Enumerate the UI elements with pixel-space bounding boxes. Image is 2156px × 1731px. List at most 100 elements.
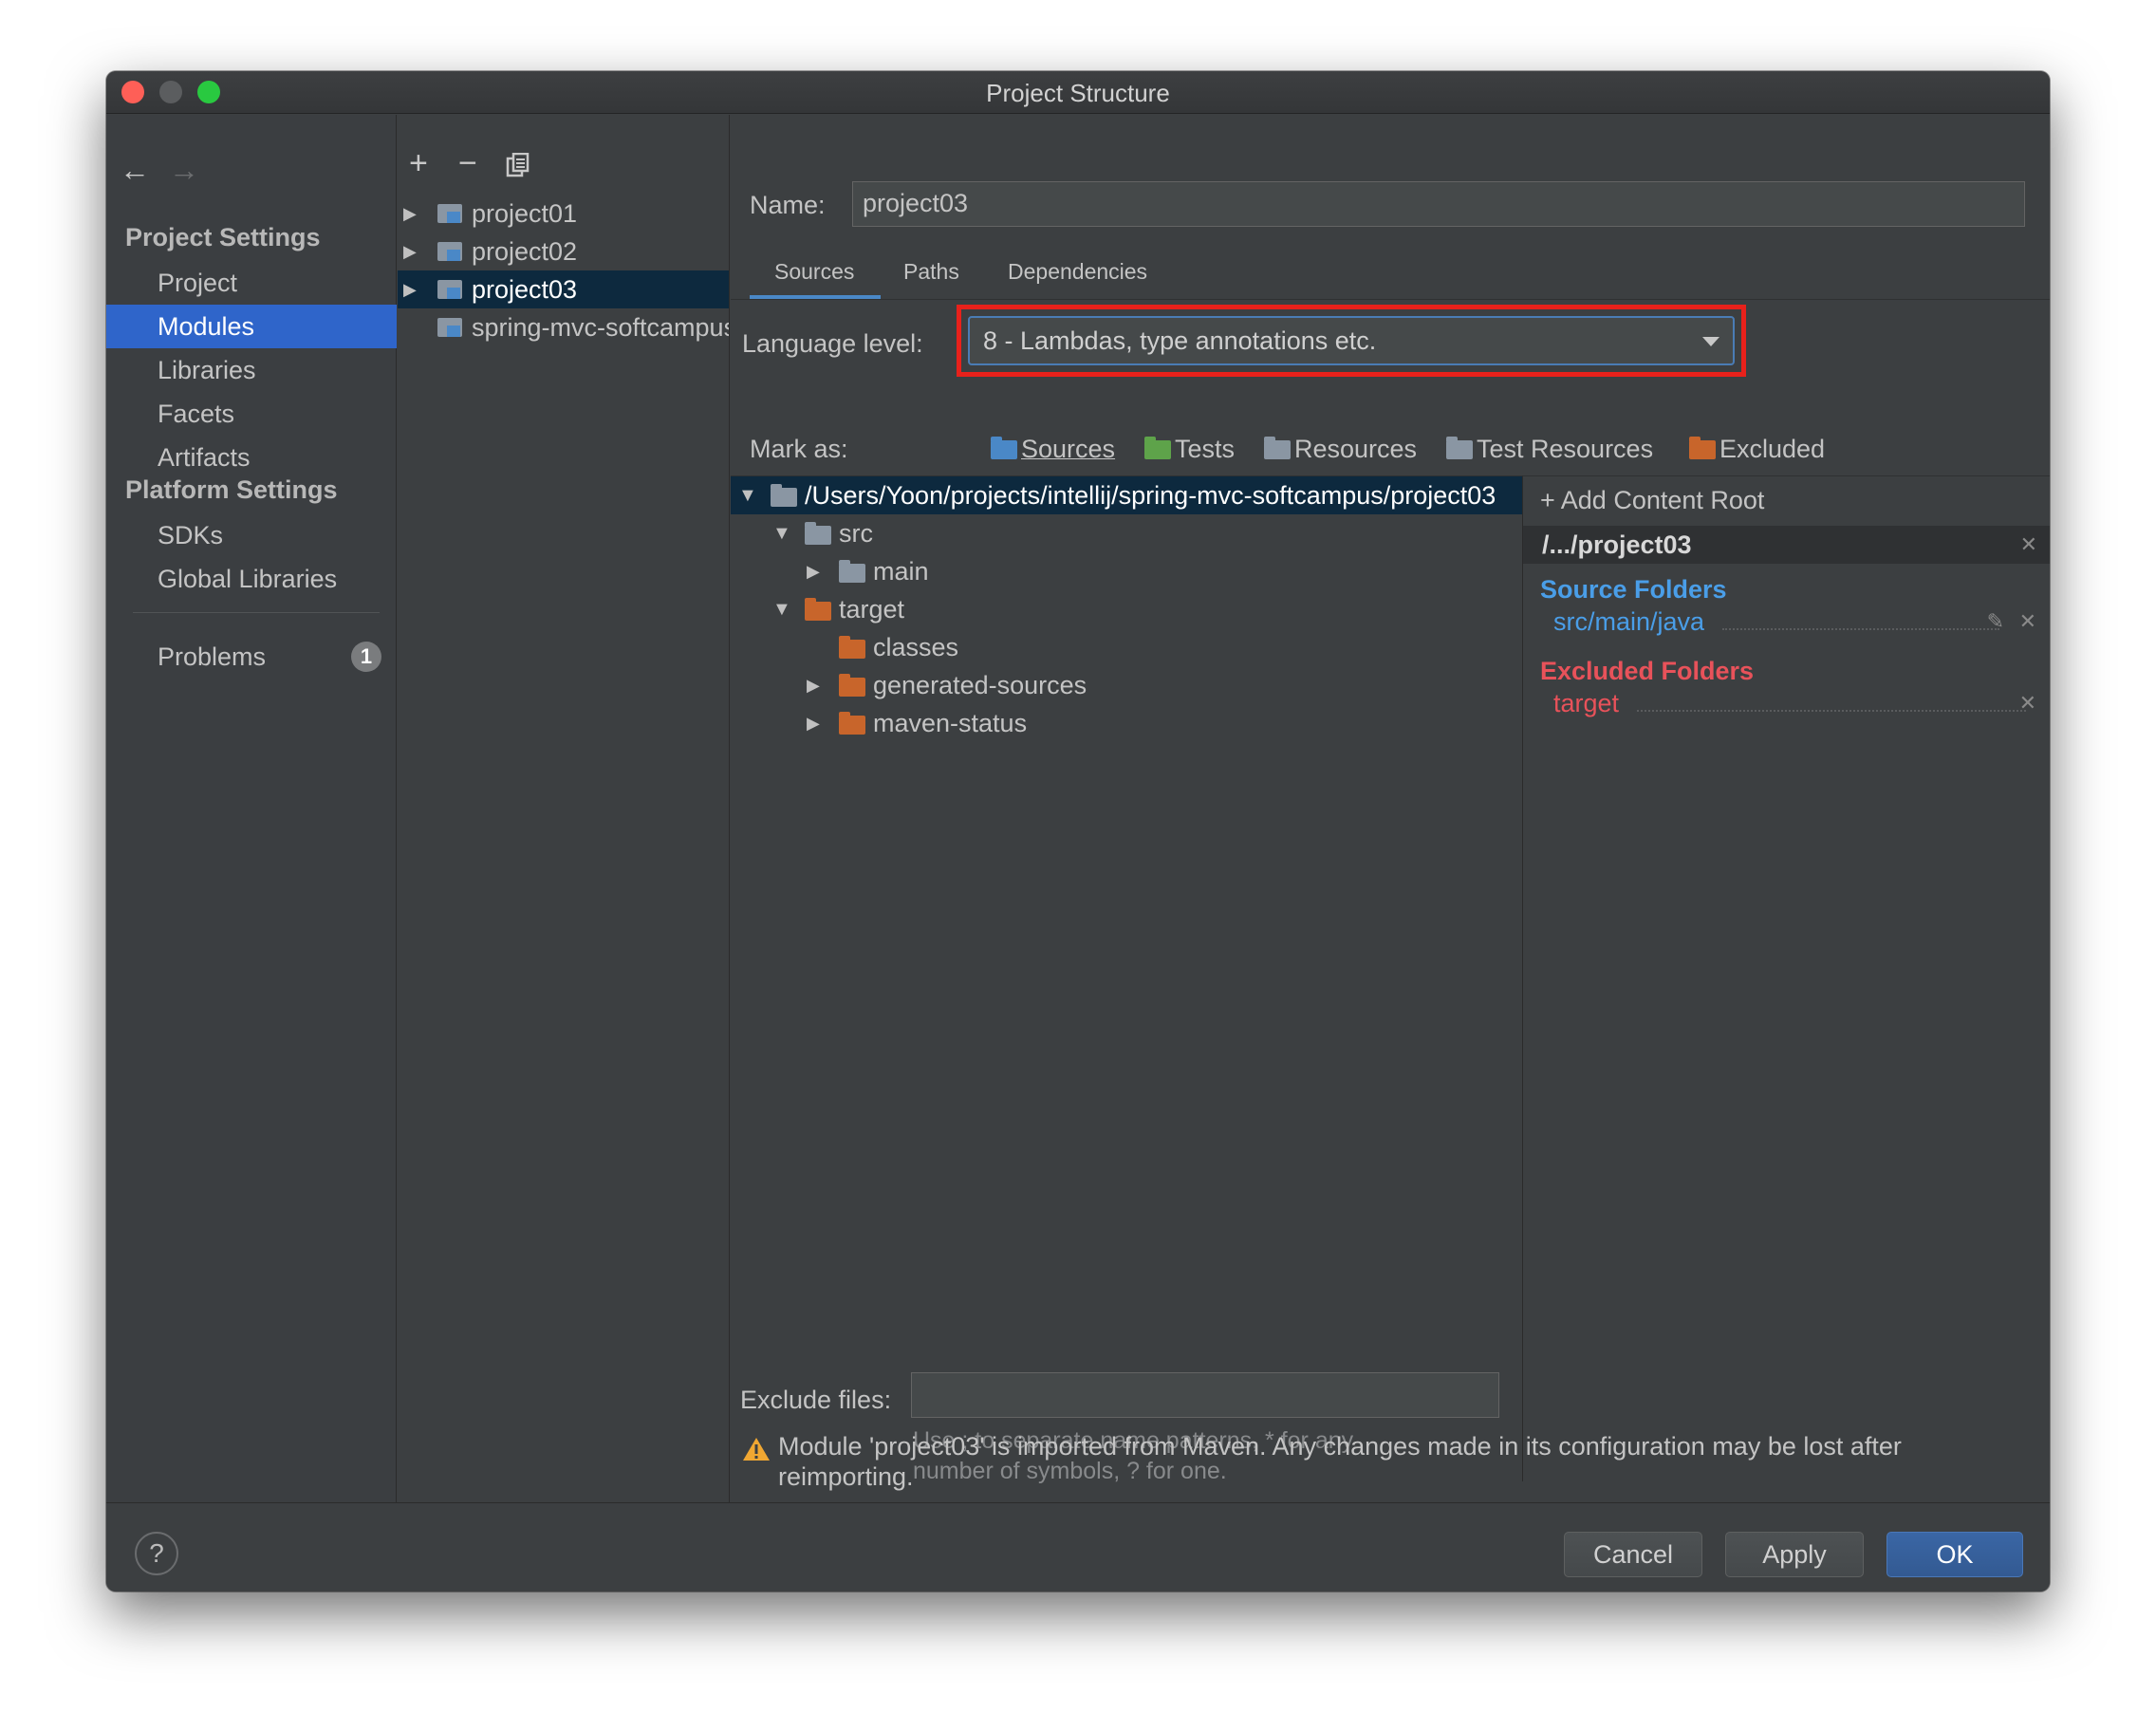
expand-arrow-icon[interactable]: ▶ <box>403 195 417 233</box>
tree-row-src[interactable]: ▼ src <box>731 514 1522 552</box>
mark-as-excluded-label: Excluded <box>1719 435 1826 463</box>
collapse-arrow-icon[interactable]: ▼ <box>772 590 791 628</box>
close-icon[interactable]: ✕ <box>2020 526 2037 564</box>
mark-as-tests-label: Tests <box>1175 435 1236 463</box>
content-root-path: /.../project03 <box>1542 530 1692 559</box>
arrow-right-icon[interactable]: → <box>169 153 199 188</box>
tree-label: src <box>839 519 873 548</box>
mark-as-test-resources-button[interactable]: Test Resources <box>1446 435 1653 464</box>
source-folders-heading: Source Folders <box>1540 575 1727 604</box>
expand-arrow-icon[interactable]: ▶ <box>807 704 820 742</box>
chevron-down-icon <box>1702 337 1719 346</box>
module-row-project03[interactable]: ▶ project03 <box>398 270 729 308</box>
content-root-tree: ▼ /Users/Yoon/projects/intellij/spring-m… <box>731 475 1522 1484</box>
test-resources-folder-icon <box>1446 437 1473 459</box>
content-roots-panel: + Add Content Root /.../project03 ✕ Sour… <box>1522 475 2050 1481</box>
add-content-root-button[interactable]: + Add Content Root <box>1540 486 1764 515</box>
help-button[interactable]: ? <box>135 1532 178 1575</box>
module-row-spring-mvc-softcampus[interactable]: spring-mvc-softcampus <box>398 308 730 346</box>
project-structure-dialog: Project Structure ← → Project Settings P… <box>106 71 2050 1591</box>
expand-arrow-icon[interactable]: ▶ <box>807 666 820 704</box>
nav-item-facets[interactable]: Facets <box>106 392 397 436</box>
nav-item-project[interactable]: Project <box>106 261 397 305</box>
nav-divider <box>133 612 380 613</box>
expand-arrow-icon[interactable]: ▶ <box>807 552 820 590</box>
resources-folder-icon <box>1264 437 1291 459</box>
source-folder-path[interactable]: src/main/java <box>1553 607 1704 637</box>
expand-arrow-icon[interactable]: ▶ <box>403 270 417 308</box>
ok-button[interactable]: OK <box>1886 1532 2023 1577</box>
module-name: project03 <box>472 275 578 304</box>
nav-item-sdks[interactable]: SDKs <box>106 513 397 557</box>
copy-icon[interactable] <box>506 152 530 177</box>
nav-item-libraries[interactable]: Libraries <box>106 348 397 392</box>
add-module-button[interactable]: + <box>409 147 428 179</box>
collapse-arrow-icon[interactable]: ▼ <box>772 514 791 552</box>
exclude-files-label: Exclude files: <box>740 1386 892 1414</box>
tab-dependencies[interactable]: Dependencies <box>1008 259 1147 285</box>
mark-as-excluded-button[interactable]: Excluded <box>1689 435 1825 464</box>
mark-as-tests-button[interactable]: Tests <box>1144 435 1235 464</box>
excluded-folder-icon <box>1689 437 1716 459</box>
maven-warning-line-1: Module 'project03' is imported from Mave… <box>778 1432 1902 1461</box>
excluded-folder-icon <box>839 674 865 697</box>
tab-sources[interactable]: Sources <box>774 259 854 285</box>
tree-label: generated-sources <box>873 671 1087 699</box>
module-folder-icon <box>437 204 462 223</box>
sources-folder-icon <box>991 437 1017 459</box>
excluded-folders-heading: Excluded Folders <box>1540 657 1755 685</box>
folder-icon <box>839 560 865 583</box>
tree-row-maven-status[interactable]: ▶ maven-status <box>731 704 1522 742</box>
content-root-header: /.../project03 ✕ <box>1523 526 2050 564</box>
module-name: project02 <box>472 237 578 266</box>
tree-label: maven-status <box>873 709 1028 737</box>
tree-row-target[interactable]: ▼ target <box>731 590 1522 628</box>
module-name-field[interactable]: project03 <box>852 181 2025 227</box>
module-row-project02[interactable]: ▶ project02 <box>398 233 729 270</box>
platform-settings-heading: Platform Settings <box>125 475 338 504</box>
nav-item-global-libraries[interactable]: Global Libraries <box>106 557 397 601</box>
arrow-left-icon[interactable]: ← <box>120 153 150 188</box>
edit-pencil-icon[interactable]: ✎ <box>1987 609 2004 634</box>
tab-paths[interactable]: Paths <box>903 259 959 285</box>
problems-count-badge: 1 <box>351 642 381 672</box>
expand-arrow-icon[interactable]: ▶ <box>403 233 417 270</box>
module-row-project01[interactable]: ▶ project01 <box>398 195 729 233</box>
window-title: Project Structure <box>986 79 1170 107</box>
close-icon[interactable]: ✕ <box>2019 691 2036 716</box>
tree-row-generated-sources[interactable]: ▶ generated-sources <box>731 666 1522 704</box>
module-folder-icon <box>437 242 462 261</box>
mark-as-sources-button[interactable]: Sources <box>991 435 1115 464</box>
close-icon[interactable]: ✕ <box>2019 609 2036 634</box>
collapse-arrow-icon[interactable]: ▼ <box>738 476 757 514</box>
module-folder-icon <box>437 318 462 337</box>
excluded-folder-path[interactable]: target <box>1553 689 1619 718</box>
warning-icon <box>742 1436 771 1462</box>
remove-module-button[interactable]: − <box>458 147 477 179</box>
nav-item-artifacts[interactable]: Artifacts <box>106 436 397 479</box>
tree-label: /Users/Yoon/projects/intellij/spring-mvc… <box>805 481 1496 510</box>
language-level-label: Language level: <box>742 329 923 358</box>
tree-row-root[interactable]: ▼ /Users/Yoon/projects/intellij/spring-m… <box>731 476 1522 514</box>
language-level-dropdown[interactable]: 8 - Lambdas, type annotations etc. <box>968 316 1735 365</box>
cancel-button[interactable]: Cancel <box>1564 1532 1702 1577</box>
module-name: spring-mvc-softcampus <box>472 313 730 342</box>
nav-item-modules[interactable]: Modules <box>106 305 397 348</box>
mark-as-resources-button[interactable]: Resources <box>1264 435 1417 464</box>
modules-panel: + − ▶ project01 ▶ project02 ▶ project03 … <box>398 115 730 1502</box>
tree-label: main <box>873 557 929 586</box>
tests-folder-icon <box>1144 437 1171 459</box>
tree-label: classes <box>873 633 959 661</box>
mark-as-test-resources-label: Test Resources <box>1477 435 1654 463</box>
tree-row-classes[interactable]: classes <box>731 628 1522 666</box>
excluded-folder-icon <box>805 598 831 621</box>
exclude-files-field[interactable] <box>911 1372 1499 1418</box>
dotted-leader <box>1637 710 2026 712</box>
project-settings-heading: Project Settings <box>125 223 321 251</box>
folder-icon <box>805 522 831 545</box>
settings-nav: ← → Project Settings Project Modules Lib… <box>106 115 397 1502</box>
maven-warning-line-2: reimporting. <box>778 1462 914 1491</box>
tree-row-main[interactable]: ▶ main <box>731 552 1522 590</box>
apply-button[interactable]: Apply <box>1725 1532 1864 1577</box>
module-name: project01 <box>472 199 578 228</box>
